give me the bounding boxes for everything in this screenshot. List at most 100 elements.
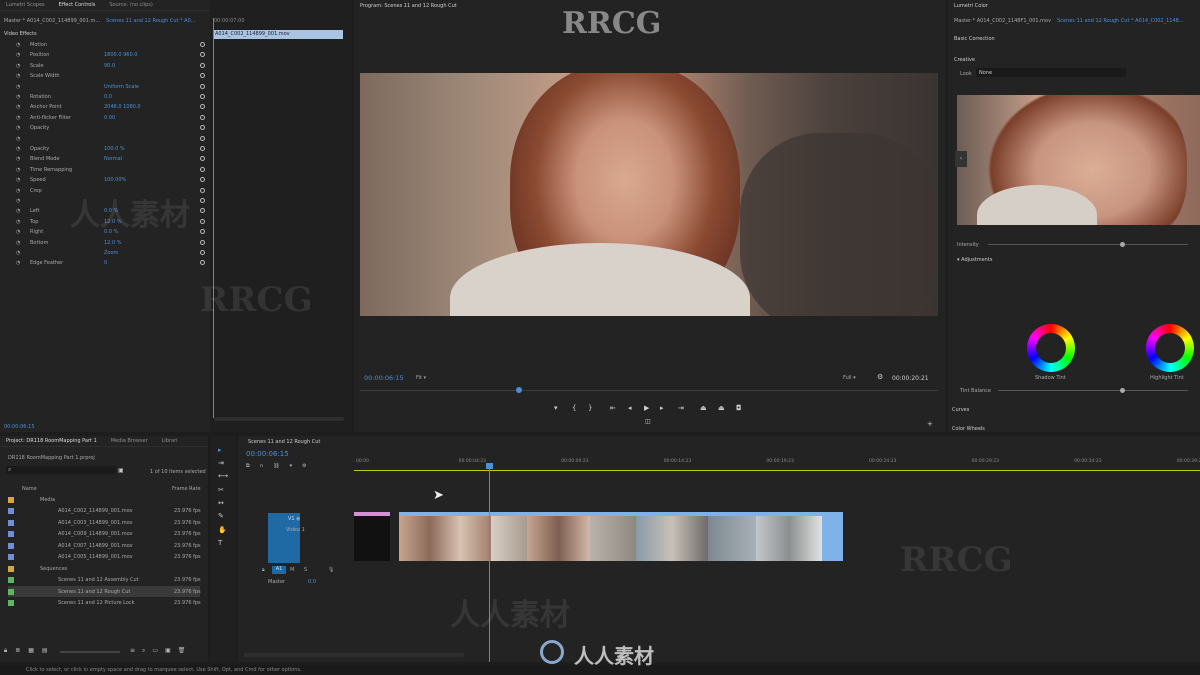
transition-clip[interactable]: Transition xyxy=(354,512,390,561)
list-view-icon[interactable]: ≣ xyxy=(15,647,20,655)
video-clip[interactable]: A014_C005_ xyxy=(590,512,636,561)
go-to-out-icon[interactable]: ⇥ xyxy=(678,404,684,412)
new-item-icon[interactable]: ▣ xyxy=(165,647,171,655)
find-icon[interactable]: ⌕ xyxy=(142,647,145,655)
project-item[interactable]: A014_C009_114899_001.mov 23.976 fps xyxy=(8,529,201,540)
keyframe-toggle-icon[interactable]: ◔ xyxy=(16,156,20,162)
reset-icon[interactable] xyxy=(200,62,205,68)
effect-row[interactable]: ◔ Scale Width xyxy=(0,71,210,81)
effect-row-value[interactable]: 100.00% xyxy=(104,177,126,183)
hand-tool-icon[interactable]: ✋ xyxy=(218,526,227,534)
adjustments-heading[interactable]: ▾ Adjustments xyxy=(957,257,992,263)
button-editor-icon[interactable]: ◫ xyxy=(645,418,651,425)
effect-row[interactable]: ◔ Anchor Point 2048.0 1080.0 xyxy=(0,102,210,112)
video-clip[interactable]: A014_C002_ xyxy=(636,512,708,561)
program-timecode[interactable]: 00:00:06:15 xyxy=(364,374,404,382)
effect-row-value[interactable]: 1800.0 960.0 xyxy=(104,52,137,58)
tint-balance-handle[interactable] xyxy=(1120,388,1125,393)
effect-row[interactable]: ◔ Opacity 100.0 % xyxy=(0,144,210,154)
highlight-tint-wheel[interactable] xyxy=(1146,324,1194,372)
effect-row[interactable]: ◔ Motion xyxy=(0,40,210,50)
video-clip[interactable]: A014_C003_ xyxy=(491,512,527,561)
track-select-icon[interactable]: ⇥ xyxy=(218,459,224,467)
keyframe-toggle-icon[interactable]: ◔ xyxy=(16,104,20,110)
intensity-handle[interactable] xyxy=(1120,242,1125,247)
keyframe-toggle-icon[interactable]: ◔ xyxy=(16,63,20,69)
effect-row[interactable]: ◔ Crop xyxy=(0,186,210,196)
effect-playhead[interactable] xyxy=(213,18,214,418)
effect-row-value[interactable]: Normal xyxy=(104,156,122,162)
effect-row-value[interactable]: Uniform Scale xyxy=(104,84,139,90)
reset-icon[interactable] xyxy=(200,156,205,162)
reset-icon[interactable] xyxy=(200,114,205,120)
project-item[interactable]: Media xyxy=(8,494,200,505)
keyframe-toggle-icon[interactable]: ◔ xyxy=(16,115,20,121)
effect-row[interactable]: ◔ Time Remapping xyxy=(0,165,210,175)
curves-heading[interactable]: Curves xyxy=(952,407,969,413)
effect-row-value[interactable]: 0.0 xyxy=(104,94,112,100)
project-item[interactable]: A014_C007_114899_001.mov 23.976 fps xyxy=(8,540,201,551)
add-marker-icon[interactable]: ▾ xyxy=(554,404,558,412)
new-folder-icon[interactable]: ▭ xyxy=(152,647,158,655)
reset-icon[interactable] xyxy=(200,229,205,235)
keyframe-toggle-icon[interactable]: ◔ xyxy=(16,229,20,235)
add-marker-timeline-icon[interactable]: ▾ xyxy=(290,463,293,469)
keyframe-toggle-icon[interactable]: ◔ xyxy=(16,52,20,58)
step-forward-icon[interactable]: ▸ xyxy=(660,404,664,412)
video-clip[interactable]: A014_C004 xyxy=(756,512,822,561)
keyframe-toggle-icon[interactable]: ◔ xyxy=(16,73,20,79)
project-item[interactable]: A014_C002_114899_001.mov 23.976 fps xyxy=(8,506,201,517)
reset-icon[interactable] xyxy=(200,73,205,79)
lock-icon[interactable]: 🔒︎ xyxy=(4,647,7,655)
master-value[interactable]: 0.0 xyxy=(308,579,316,585)
effect-row-value[interactable]: 12.0 % xyxy=(104,240,121,246)
tab-source[interactable]: Source: (no clips) xyxy=(109,2,152,8)
reset-icon[interactable] xyxy=(200,250,205,255)
label-color-swatch[interactable] xyxy=(8,600,14,606)
new-bin-icon[interactable]: ▣ xyxy=(118,467,124,474)
effect-row[interactable]: ◔ Left 0.0 % xyxy=(0,206,210,216)
timeline-settings-icon[interactable]: ⚙ xyxy=(302,463,306,469)
program-scrub-bar[interactable] xyxy=(360,390,938,391)
effect-row-value[interactable]: 12.0 % xyxy=(104,219,121,225)
sort-icon[interactable]: ≡ xyxy=(130,647,135,655)
effect-scrollbar[interactable] xyxy=(214,417,344,421)
sequence-clip-label[interactable]: Scenes 11 and 12 Rough Cut * A0... xyxy=(106,18,195,24)
go-to-in-icon[interactable]: ⇤ xyxy=(610,404,616,412)
effect-row[interactable]: ◔ Blend Mode Normal xyxy=(0,154,210,164)
video-clip[interactable]: A014_C006 xyxy=(822,512,843,561)
reset-icon[interactable] xyxy=(200,146,205,151)
look-preview[interactable] xyxy=(957,95,1200,225)
shadow-tint-wheel[interactable] xyxy=(1027,324,1075,372)
effect-row[interactable]: ◔ Speed 100.00% xyxy=(0,175,210,185)
reset-icon[interactable] xyxy=(200,94,205,99)
keyframe-toggle-icon[interactable]: ◔ xyxy=(16,240,20,246)
trash-icon[interactable]: 🗑︎ xyxy=(178,647,186,655)
lumetri-title[interactable]: Lumetri Color xyxy=(954,3,988,9)
label-color-swatch[interactable] xyxy=(8,542,14,549)
effect-row[interactable]: ◔ Position 1800.0 960.0 xyxy=(0,50,210,60)
look-select[interactable]: None xyxy=(976,68,1126,77)
video-clip[interactable]: A014_C009 xyxy=(708,512,756,561)
tab-media-browser[interactable]: Media Browser xyxy=(111,438,148,444)
mark-in-icon[interactable]: { xyxy=(572,404,576,412)
tab-effect-controls[interactable]: Effect Controls xyxy=(59,2,96,8)
razor-tool-icon[interactable]: ✂ xyxy=(218,486,224,494)
export-frame-icon[interactable]: ◘ xyxy=(736,404,742,412)
effect-row-value[interactable]: 90.0 xyxy=(104,63,115,69)
snap-icon[interactable]: ∩ xyxy=(260,463,264,469)
project-item[interactable]: A014_C003_114899_001.mov 23.976 fps xyxy=(8,517,201,528)
tab-libraries[interactable]: Librari xyxy=(162,438,178,444)
project-col-rate[interactable]: Frame Rate xyxy=(172,486,201,492)
effect-row[interactable]: ◔ Opacity xyxy=(0,123,210,133)
reset-icon[interactable] xyxy=(200,177,205,183)
timeline-playhead[interactable] xyxy=(489,466,490,662)
label-color-swatch[interactable] xyxy=(8,519,14,526)
creative-heading[interactable]: Creative xyxy=(954,57,975,63)
linked-selection-icon[interactable]: ⛓ xyxy=(273,463,279,469)
program-playhead[interactable] xyxy=(516,387,522,393)
a1-label[interactable]: A1 xyxy=(272,566,286,574)
project-col-name[interactable]: Name xyxy=(22,486,37,492)
play-icon[interactable]: ▶ xyxy=(644,404,649,412)
project-item[interactable]: Scenes 11 and 12 Picture Lock 23.976 fps xyxy=(8,598,201,609)
